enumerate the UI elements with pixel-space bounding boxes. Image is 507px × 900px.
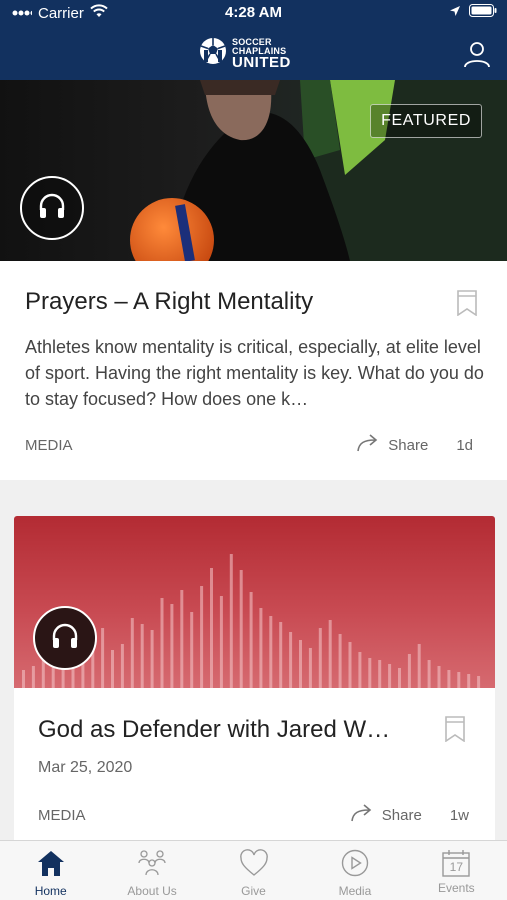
- share-arrow-icon: [350, 804, 374, 826]
- tab-label: About Us: [127, 884, 177, 898]
- waveform-bar: [111, 650, 114, 688]
- waveform-bar: [160, 598, 164, 688]
- home-icon: [36, 849, 66, 880]
- share-button[interactable]: Share: [350, 804, 422, 826]
- waveform-bar: [229, 554, 233, 688]
- waveform-bar: [467, 674, 471, 688]
- waveform-bar: [427, 660, 431, 688]
- waveform-bar: [239, 570, 243, 688]
- waveform-bar: [407, 654, 411, 688]
- tab-home[interactable]: Home: [0, 841, 101, 900]
- waveform-bar: [259, 608, 263, 688]
- share-arrow-icon: [356, 434, 380, 456]
- post-image: [14, 516, 495, 688]
- heart-icon: [239, 849, 269, 880]
- headphones-icon: [50, 622, 80, 655]
- waveform-bar: [417, 644, 421, 688]
- tab-label: Events: [437, 881, 475, 895]
- waveform-bar: [318, 628, 322, 688]
- waveform-bar: [437, 666, 441, 688]
- waveform-bar: [368, 658, 372, 688]
- bookmark-icon[interactable]: [457, 290, 477, 321]
- logo-text-united: UNITED: [232, 53, 291, 71]
- status-bar: Carrier 4:28 AM: [0, 0, 507, 26]
- waveform-bar: [190, 612, 194, 688]
- featured-post-image: FEATURED: [0, 80, 507, 261]
- user-icon: [463, 42, 491, 72]
- waveform-bar: [180, 590, 184, 688]
- share-button[interactable]: Share: [356, 434, 428, 456]
- waveform-bar: [31, 666, 35, 688]
- headphones-icon: [37, 192, 67, 225]
- post-audio-button[interactable]: [33, 606, 97, 670]
- audio-waveform: [22, 554, 481, 688]
- waveform-bar: [398, 668, 401, 688]
- waveform-bar: [22, 670, 25, 688]
- featured-badge: FEATURED: [370, 104, 482, 138]
- people-icon: [136, 849, 168, 880]
- featured-post-title: Prayers – A Right Mentality: [25, 288, 314, 315]
- waveform-bar: [210, 568, 213, 688]
- waveform-bar: [308, 648, 312, 688]
- tab-events[interactable]: 17 Events: [406, 841, 507, 900]
- waveform-bar: [328, 620, 332, 688]
- featured-post-card[interactable]: FEATURED Prayers – A Right Mentality Ath…: [0, 80, 507, 480]
- location-arrow-icon: [449, 4, 461, 21]
- waveform-bar: [477, 676, 481, 688]
- tab-bar: Home About Us Give Media 17 Events: [0, 840, 507, 900]
- post-share-row: Share 1w: [350, 804, 469, 826]
- post-age: 1w: [449, 806, 469, 824]
- waveform-bar: [358, 652, 362, 688]
- post-card[interactable]: God as Defender with Jared W… Mar 25, 20…: [14, 516, 495, 846]
- waveform-bar: [200, 586, 204, 688]
- waveform-bar: [170, 604, 174, 688]
- waveform-bar: [457, 672, 461, 688]
- featured-post-category: MEDIA: [25, 437, 73, 454]
- waveform-bar: [249, 592, 253, 688]
- tab-label: Home: [34, 884, 67, 898]
- waveform-bar: [348, 642, 352, 688]
- tab-about-us[interactable]: About Us: [101, 841, 202, 900]
- featured-audio-button[interactable]: [20, 176, 84, 240]
- battery-icon: [469, 4, 497, 21]
- soccer-ball-icon: [198, 36, 228, 71]
- waveform-bar: [269, 616, 273, 688]
- bookmark-icon[interactable]: [445, 716, 465, 747]
- share-label: Share: [388, 436, 429, 454]
- waveform-bar: [219, 596, 223, 688]
- tab-label: Media: [338, 884, 372, 898]
- app-header: SOCCER CHAPLAINS UNITED: [0, 26, 507, 80]
- calendar-icon: 17: [441, 849, 471, 877]
- tab-label: Give: [241, 884, 266, 898]
- play-icon: [340, 849, 370, 880]
- post-age: 1d: [456, 436, 473, 454]
- featured-share-row: Share 1d: [356, 434, 473, 456]
- app-logo: SOCCER CHAPLAINS UNITED: [198, 36, 291, 71]
- featured-post-description: Athletes know mentality is critical, esp…: [25, 337, 484, 409]
- post-category: MEDIA: [38, 807, 86, 824]
- waveform-bar: [279, 622, 283, 688]
- tab-give[interactable]: Give: [203, 841, 304, 900]
- waveform-bar: [150, 630, 154, 688]
- profile-button[interactable]: [463, 40, 491, 73]
- calendar-day: 17: [449, 860, 463, 874]
- waveform-bar: [140, 624, 144, 688]
- waveform-bar: [120, 644, 124, 688]
- waveform-bar: [447, 670, 451, 688]
- waveform-bar: [388, 664, 392, 688]
- waveform-bar: [130, 618, 134, 688]
- waveform-bar: [289, 632, 293, 688]
- post-date: Mar 25, 2020: [38, 759, 133, 776]
- share-label: Share: [381, 806, 422, 824]
- waveform-bar: [101, 628, 105, 688]
- status-time: 4:28 AM: [225, 4, 282, 21]
- waveform-bar: [338, 634, 342, 688]
- post-title: God as Defender with Jared W…: [38, 716, 391, 743]
- waveform-bar: [378, 660, 382, 688]
- waveform-bar: [299, 640, 302, 688]
- tab-media[interactable]: Media: [304, 841, 405, 900]
